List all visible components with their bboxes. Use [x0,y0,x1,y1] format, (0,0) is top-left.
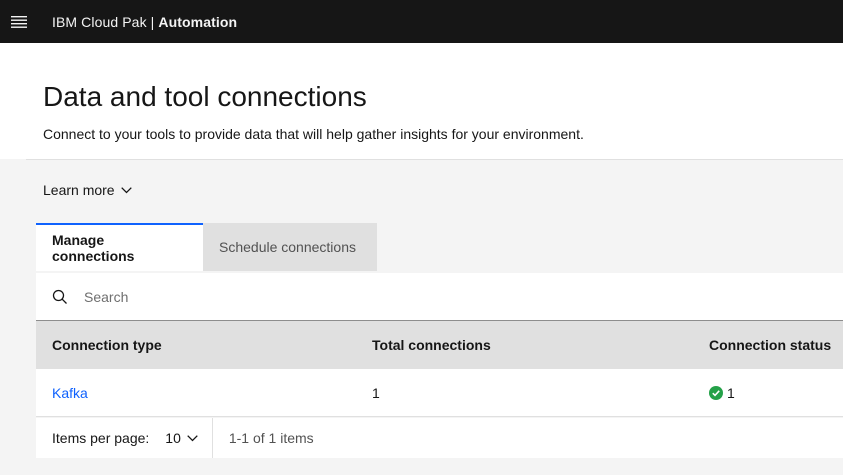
connection-tabs: Manage connections Schedule connections [36,223,377,271]
connection-type-link[interactable]: Kafka [52,385,88,401]
hamburger-menu-icon [11,15,27,28]
page-title: Data and tool connections [43,81,367,112]
chevron-down-icon [120,186,132,193]
tab-schedule-connections[interactable]: Schedule connections [203,223,377,271]
tab-label: Manage connections [52,232,135,264]
tab-manage-connections[interactable]: Manage connections [36,223,203,271]
header-divider [26,159,843,160]
chevron-down-icon [187,434,198,441]
hamburger-menu-button[interactable] [0,0,38,43]
connections-table: Connection type Total connections Connec… [36,321,843,417]
items-per-page-value: 10 [165,430,181,446]
learn-more-label: Learn more [43,182,115,198]
items-per-page-label: Items per page: [52,430,150,446]
search-icon [52,289,68,305]
column-header-connection-status[interactable]: Connection status [693,337,843,353]
brand-prefix: IBM Cloud Pak | [52,13,159,30]
pagination-bar: Items per page: 10 1-1 of 1 items [36,418,843,458]
tab-label: Schedule connections [219,239,356,255]
items-per-page-select[interactable]: 10 [165,430,198,446]
learn-more-toggle[interactable]: Learn more [43,182,132,198]
connection-type-cell: Kafka [36,385,356,401]
top-navigation-bar: IBM Cloud Pak | Automation [0,0,843,43]
page-subtitle: Connect to your tools to provide data th… [43,126,584,142]
connection-status-cell: 1 [693,385,843,401]
pagination-divider [211,418,213,458]
brand-suffix: Automation [158,13,238,30]
search-bar [36,273,843,321]
total-connections-cell: 1 [372,384,380,401]
search-input[interactable] [84,288,684,305]
success-checkmark-icon [709,385,723,400]
table-row: Kafka 1 1 [36,369,843,417]
column-header-connection-type[interactable]: Connection type [36,337,356,353]
page-header: Data and tool connections Connect to you… [0,43,843,159]
pagination-range: 1-1 of 1 items [228,430,314,446]
status-count: 1 [727,384,735,401]
product-name[interactable]: IBM Cloud Pak | Automation [52,14,237,30]
column-header-total-connections[interactable]: Total connections [356,337,693,353]
table-header-row: Connection type Total connections Connec… [36,321,843,369]
